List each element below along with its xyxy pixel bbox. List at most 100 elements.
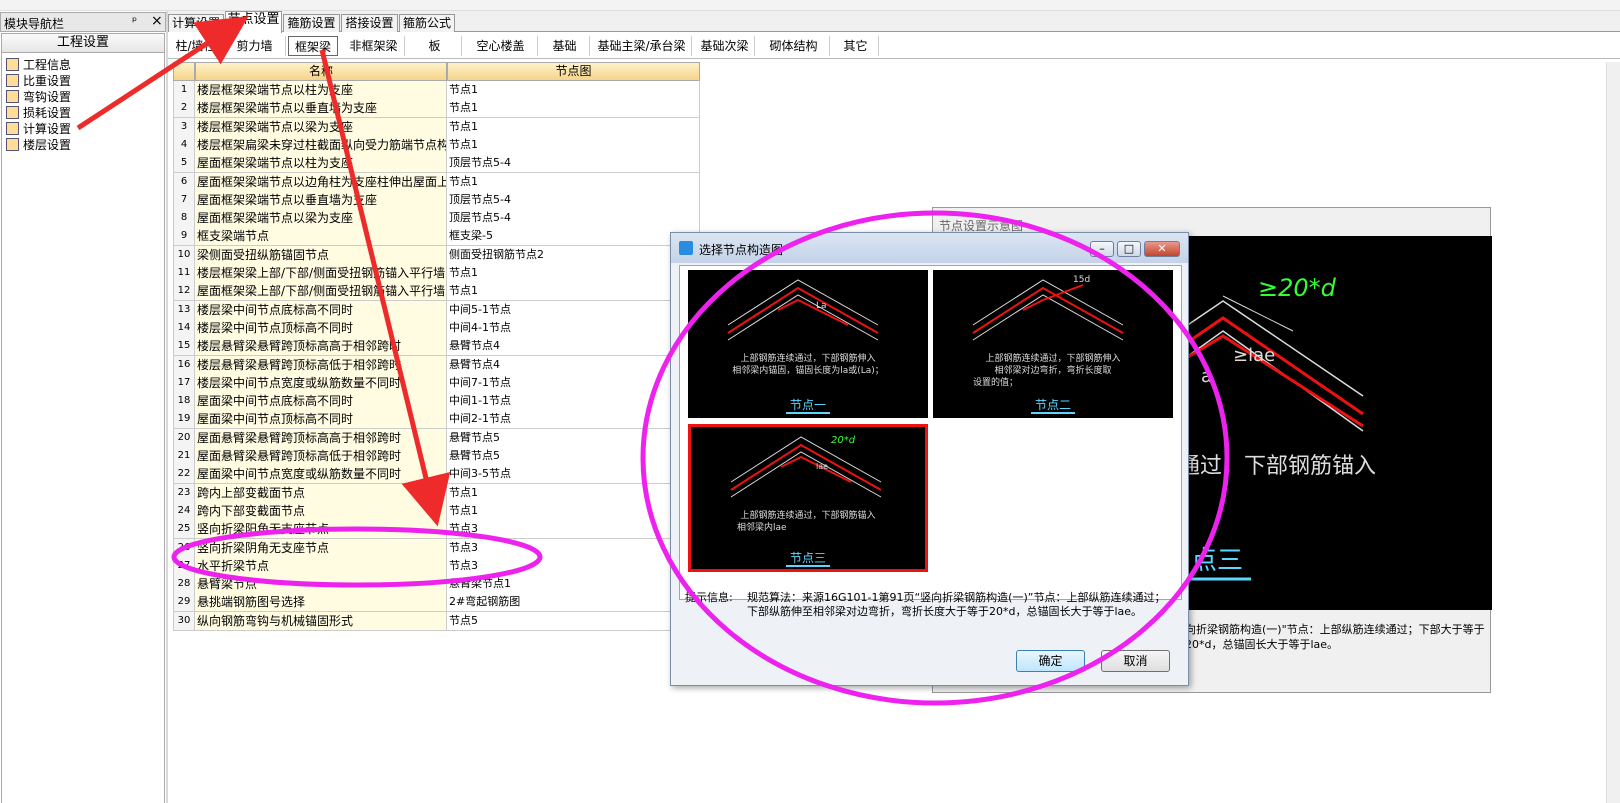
table-row[interactable]: 6 屋面框架梁端节点以边角柱为支座柱伸出屋面上 节点1 [173, 172, 700, 192]
row-node-cell[interactable]: 框支梁-5 [447, 227, 700, 247]
table-row[interactable]: 7 屋面框架梁端节点以垂直墙为支座 顶层节点5-4 [173, 190, 700, 210]
table-row[interactable]: 19 屋面梁中间节点顶标高不同时 中间2-1节点 [173, 410, 700, 430]
table-row[interactable]: 11 楼层框架梁上部/下部/侧面受扭钢筋锚入平行墙 节点1 [173, 264, 700, 283]
row-node-cell[interactable]: 节点3 [447, 538, 700, 558]
subtab-item[interactable]: 非框架梁 [343, 36, 405, 56]
table-row[interactable]: 25 竖向折梁阳角无支座节点 节点3 [173, 520, 700, 540]
row-node-cell[interactable]: 中间7-1节点 [447, 373, 700, 393]
table-row[interactable]: 22 屋面梁中间节点宽度或纵筋数量不同时 中间3-5节点 [173, 465, 700, 485]
table-row[interactable]: 27 水平折梁节点 节点3 [173, 556, 700, 576]
minimize-button[interactable]: – [1090, 241, 1114, 257]
subtab-item[interactable]: 剪力墙 [224, 36, 286, 56]
table-row[interactable]: 14 楼层梁中间节点顶标高不同时 中间4-1节点 [173, 318, 700, 338]
vertical-scrollbar[interactable] [1606, 62, 1620, 803]
table-row[interactable]: 2 楼层框架梁端节点以垂直墙为支座 节点1 [173, 99, 700, 119]
subtab-item[interactable]: 基础 [540, 36, 590, 56]
tab-item[interactable]: 箍筋设置 [283, 14, 340, 32]
table-row[interactable]: 24 跨内下部变截面节点 节点1 [173, 501, 700, 521]
subtab-item[interactable]: 基础主梁/承台梁 [592, 36, 692, 56]
row-node-cell[interactable]: 中间2-1节点 [447, 410, 700, 430]
tab-item[interactable]: 计算设置 [168, 14, 224, 32]
row-node-cell[interactable]: 顶层节点5-4 [447, 154, 700, 174]
tab-item[interactable]: 箍筋公式 [399, 14, 455, 32]
table-row[interactable]: 12 屋面框架梁上部/下部/侧面受扭钢筋锚入平行墙 节点1 [173, 282, 700, 302]
row-node-cell[interactable]: 节点3 [447, 556, 700, 576]
row-node-cell[interactable]: 节点1 [447, 264, 700, 283]
table-row[interactable]: 26 竖向折梁阴角无支座节点 节点3 [173, 538, 700, 558]
table-row[interactable]: 28 悬臂梁节点 悬臂梁节点1 [173, 575, 700, 595]
table-row[interactable]: 15 楼层悬臂梁悬臂跨顶标高高于相邻跨时 悬臂节点4 [173, 337, 700, 357]
table-row[interactable]: 30 纵向钢筋弯钩与机械锚固形式 节点5 [173, 611, 700, 631]
row-node-cell[interactable]: 顶层节点5-4 [447, 190, 700, 210]
row-node-cell[interactable]: 中间3-5节点 [447, 465, 700, 485]
nav-item[interactable]: 楼层设置 [6, 136, 71, 152]
close-icon[interactable]: × [151, 13, 163, 29]
cancel-button[interactable]: 取消 [1101, 650, 1170, 672]
table-row[interactable]: 21 屋面悬臂梁悬臂跨顶标高低于相邻跨时 悬臂节点5 [173, 447, 700, 466]
close-button[interactable]: ✕ [1144, 241, 1180, 257]
table-row[interactable]: 29 悬挑端钢筋图号选择 2#弯起钢筋图 [173, 593, 700, 613]
row-node-cell[interactable]: 节点1 [447, 282, 700, 302]
row-node-cell[interactable]: 侧面受扭钢筋节点2 [447, 245, 700, 265]
table-row[interactable]: 20 屋面悬臂梁悬臂跨顶标高高于相邻跨时 悬臂节点5 [173, 428, 700, 448]
table-row[interactable]: 1 楼层框架梁端节点以柱为支座 节点1 [173, 81, 700, 100]
row-name-cell: 纵向钢筋弯钩与机械锚固形式 [195, 611, 447, 631]
row-node-cell[interactable]: 2#弯起钢筋图 [447, 593, 700, 613]
row-node-cell[interactable]: 中间4-1节点 [447, 318, 700, 338]
row-node-cell[interactable]: 节点1 [447, 81, 700, 100]
table-row[interactable]: 9 框支梁端节点 框支梁-5 [173, 227, 700, 247]
row-node-cell[interactable]: 悬臂节点5 [447, 447, 700, 466]
row-node-cell[interactable]: 节点1 [447, 135, 700, 155]
nav-item[interactable]: 计算设置 [6, 120, 71, 136]
row-node-cell[interactable]: 悬臂节点5 [447, 428, 700, 448]
pin-icon[interactable]: ᵖ [132, 14, 137, 28]
table-row[interactable]: 17 楼层梁中间节点宽度或纵筋数量不同时 中间7-1节点 [173, 373, 700, 393]
row-node-cell[interactable]: 节点1 [447, 501, 700, 521]
header-name[interactable]: 名称 [195, 62, 447, 81]
subtab-item[interactable]: 其它 [833, 36, 879, 56]
panel-splitter[interactable] [166, 11, 168, 803]
table-row[interactable]: 5 屋面框架梁端节点以柱为支座 顶层节点5-4 [173, 154, 700, 174]
tab-item[interactable]: 搭接设置 [341, 14, 398, 32]
nav-item[interactable]: 工程信息 [6, 56, 71, 72]
subtab-item[interactable]: 框架梁 [288, 36, 338, 56]
row-node-cell[interactable]: 节点1 [447, 117, 700, 137]
row-node-cell[interactable]: 悬臂梁节点1 [447, 575, 700, 595]
table-row[interactable]: 10 梁侧面受扭纵筋锚固节点 侧面受扭钢筋节点2 [173, 245, 700, 265]
subtab-item[interactable]: 基础次梁 [695, 36, 755, 56]
row-node-cell[interactable]: 悬臂节点4 [447, 355, 700, 375]
nav-group-project-settings[interactable]: 工程设置 [1, 33, 165, 53]
table-row[interactable]: 8 屋面框架梁端节点以梁为支座 顶层节点5-4 [173, 209, 700, 229]
table-row[interactable]: 18 屋面梁中间节点底标高不同时 中间1-1节点 [173, 392, 700, 412]
table-row[interactable]: 23 跨内上部变截面节点 节点1 [173, 483, 700, 503]
row-node-cell[interactable]: 顶层节点5-4 [447, 209, 700, 229]
row-node-cell[interactable]: 节点1 [447, 483, 700, 503]
table-row[interactable]: 16 楼层悬臂梁悬臂跨顶标高低于相邻跨时 悬臂节点4 [173, 355, 700, 375]
table-row[interactable]: 13 楼层梁中间节点底标高不同时 中间5-1节点 [173, 300, 700, 320]
table-row[interactable]: 3 楼层框架梁端节点以梁为支座 节点1 [173, 117, 700, 137]
node-thumb-1[interactable]: La 上部钢筋连续通过，下部钢筋伸入 相邻梁内锚固，锚固长度为la或(La)； … [688, 270, 928, 418]
tab-item[interactable]: 节点设置 [225, 11, 282, 33]
subtab-item[interactable]: 板 [408, 36, 462, 56]
node-thumb-2[interactable]: 15d 上部钢筋连续通过，下部钢筋伸入 相邻梁对边弯折，弯折长度取 设置的值； … [933, 270, 1173, 418]
node-thumb-3-selected[interactable]: 20*d lae 上部钢筋连续通过，下部钢筋锚入 相邻梁内lae 节点三 [688, 424, 928, 572]
ok-button[interactable]: 确定 [1016, 650, 1085, 672]
row-node-cell[interactable]: 中间1-1节点 [447, 392, 700, 412]
nav-item[interactable]: 弯钩设置 [6, 88, 71, 104]
header-node[interactable]: 节点图 [447, 62, 700, 81]
row-node-cell[interactable]: 节点1 [447, 172, 700, 192]
maximize-button[interactable]: □ [1117, 241, 1141, 257]
row-node-cell[interactable]: 节点5 [447, 611, 700, 631]
subtab-item[interactable]: 柱/墙柱 [170, 36, 222, 56]
subtab-item[interactable]: 砌体结构 [758, 36, 830, 56]
nav-item[interactable]: 比重设置 [6, 72, 71, 88]
row-node-cell[interactable]: 节点1 [447, 99, 700, 119]
table-row[interactable]: 4 楼层框架扁梁未穿过柱截面纵向受力筋端节点构 节点1 [173, 135, 700, 155]
nav-item[interactable]: 损耗设置 [6, 104, 71, 120]
subtab-item[interactable]: 空心楼盖 [464, 36, 538, 56]
dialog-title-bar[interactable]: 选择节点构造图 – □ ✕ [671, 233, 1188, 263]
row-number: 29 [173, 593, 195, 613]
row-node-cell[interactable]: 节点3 [447, 520, 700, 540]
row-node-cell[interactable]: 悬臂节点4 [447, 337, 700, 357]
row-node-cell[interactable]: 中间5-1节点 [447, 300, 700, 320]
